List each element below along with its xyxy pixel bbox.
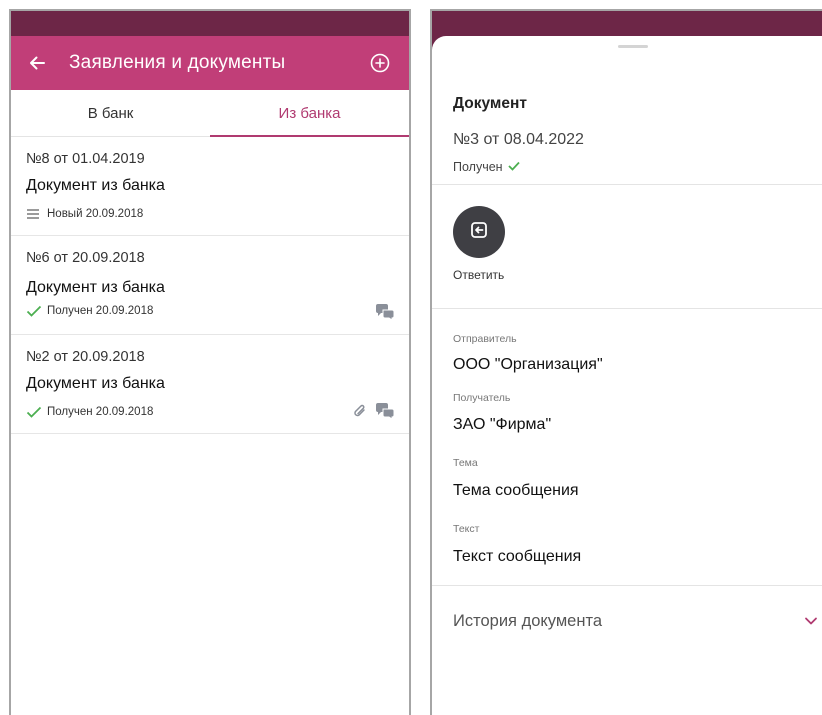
paperclip-icon (353, 403, 367, 424)
check-icon (26, 406, 42, 418)
document-status-text: Новый 20.09.2018 (47, 208, 144, 220)
menu-lines-icon (26, 208, 42, 220)
sender-label: Отправитель (453, 333, 517, 345)
tab-bar: В банк Из банка (11, 90, 409, 137)
reply-label: Ответить (453, 268, 505, 282)
document-status-text: Получен (453, 160, 503, 174)
back-arrow-icon[interactable] (27, 53, 47, 73)
chat-bubbles-icon (375, 304, 395, 325)
app-bar: Заявления и документы (11, 36, 409, 90)
check-icon (507, 160, 520, 174)
document-status: Новый 20.09.2018 (26, 208, 143, 220)
page-title: Заявления и документы (69, 52, 286, 73)
text-label: Текст (453, 523, 480, 535)
list-item[interactable]: №2 от 20.09.2018 Документ из банка Получ… (11, 335, 409, 434)
left-screen: Заявления и документы В банк Из банка №8… (9, 9, 411, 715)
tab-from-bank[interactable]: Из банка (210, 90, 409, 137)
document-number: №2 от 20.09.2018 (26, 349, 145, 365)
text-value: Текст сообщения (453, 548, 582, 565)
drag-handle[interactable] (618, 45, 648, 48)
document-status: Получен 20.09.2018 (26, 406, 153, 418)
subject-label: Тема (453, 457, 478, 469)
list-item[interactable]: №6 от 20.09.2018 Документ из банка Получ… (11, 236, 409, 335)
document-title: Документ из банка (26, 279, 165, 296)
check-icon (26, 305, 42, 317)
chat-bubbles-icon (375, 403, 395, 424)
sheet-title: Документ (453, 95, 527, 112)
document-number: №6 от 20.09.2018 (26, 250, 145, 266)
reply-button[interactable] (453, 206, 505, 258)
divider (432, 184, 822, 185)
document-title: Документ из банка (26, 375, 165, 392)
document-bottom-sheet: Документ №3 от 08.04.2022 Получен Ответи… (432, 36, 822, 715)
tab-to-bank[interactable]: В банк (11, 90, 210, 136)
subject-value: Тема сообщения (453, 482, 579, 499)
document-status: Получен 20.09.2018 (26, 305, 153, 317)
chevron-down-icon[interactable] (804, 614, 818, 628)
divider (432, 585, 822, 586)
recipient-value: ЗАО "Фирма" (453, 416, 552, 433)
document-status: Получен (453, 160, 520, 174)
document-status-text: Получен 20.09.2018 (47, 406, 154, 418)
status-bar (11, 11, 409, 36)
document-number: №8 от 01.04.2019 (26, 151, 145, 167)
add-circle-icon[interactable] (369, 52, 391, 74)
document-list: №8 от 01.04.2019 Документ из банка Новый… (11, 137, 409, 434)
document-history-toggle[interactable]: История документа (453, 612, 602, 631)
recipient-label: Получатель (453, 392, 511, 404)
document-title: Документ из банка (26, 177, 165, 194)
list-item[interactable]: №8 от 01.04.2019 Документ из банка Новый… (11, 137, 409, 236)
document-status-text: Получен 20.09.2018 (47, 305, 154, 317)
right-screen: Документ №3 от 08.04.2022 Получен Ответи… (430, 9, 822, 715)
sender-value: ООО "Организация" (453, 356, 603, 373)
reply-icon (470, 221, 488, 244)
document-number: №3 от 08.04.2022 (453, 131, 584, 148)
divider (432, 308, 822, 309)
